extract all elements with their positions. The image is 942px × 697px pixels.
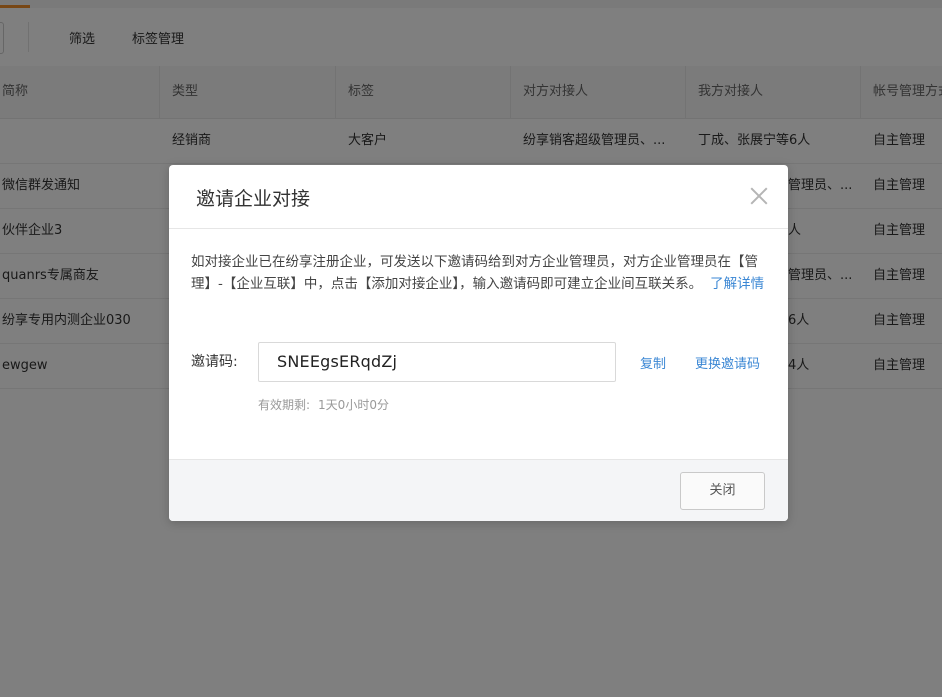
close-button[interactable]: 关闭 <box>680 472 765 510</box>
change-code-link[interactable]: 更换邀请码 <box>695 353 760 372</box>
invite-code-field[interactable]: SNEEgsERqdZj <box>258 342 616 382</box>
invite-code-label: 邀请码: <box>191 354 238 370</box>
copy-link[interactable]: 复制 <box>640 353 666 372</box>
dialog-header: 邀请企业对接 <box>169 165 788 229</box>
description-text: 如对接企业已在纷享注册企业，可发送以下邀请码给到对方企业管理员，对方企业管理员在… <box>191 254 758 292</box>
close-icon[interactable] <box>748 185 770 207</box>
validity-info: 有效期剩: 1天0小时0分 <box>258 396 389 413</box>
learn-more-link[interactable]: 了解详情 <box>710 276 764 292</box>
validity-value: 1天0小时0分 <box>318 398 389 412</box>
dialog-footer: 关闭 <box>169 459 788 521</box>
dialog-title: 邀请企业对接 <box>196 188 311 210</box>
invite-dialog: 邀请企业对接 如对接企业已在纷享注册企业，可发送以下邀请码给到对方企业管理员，对… <box>169 165 788 521</box>
dialog-description: 如对接企业已在纷享注册企业，可发送以下邀请码给到对方企业管理员，对方企业管理员在… <box>191 251 769 295</box>
validity-label: 有效期剩: <box>258 398 311 412</box>
